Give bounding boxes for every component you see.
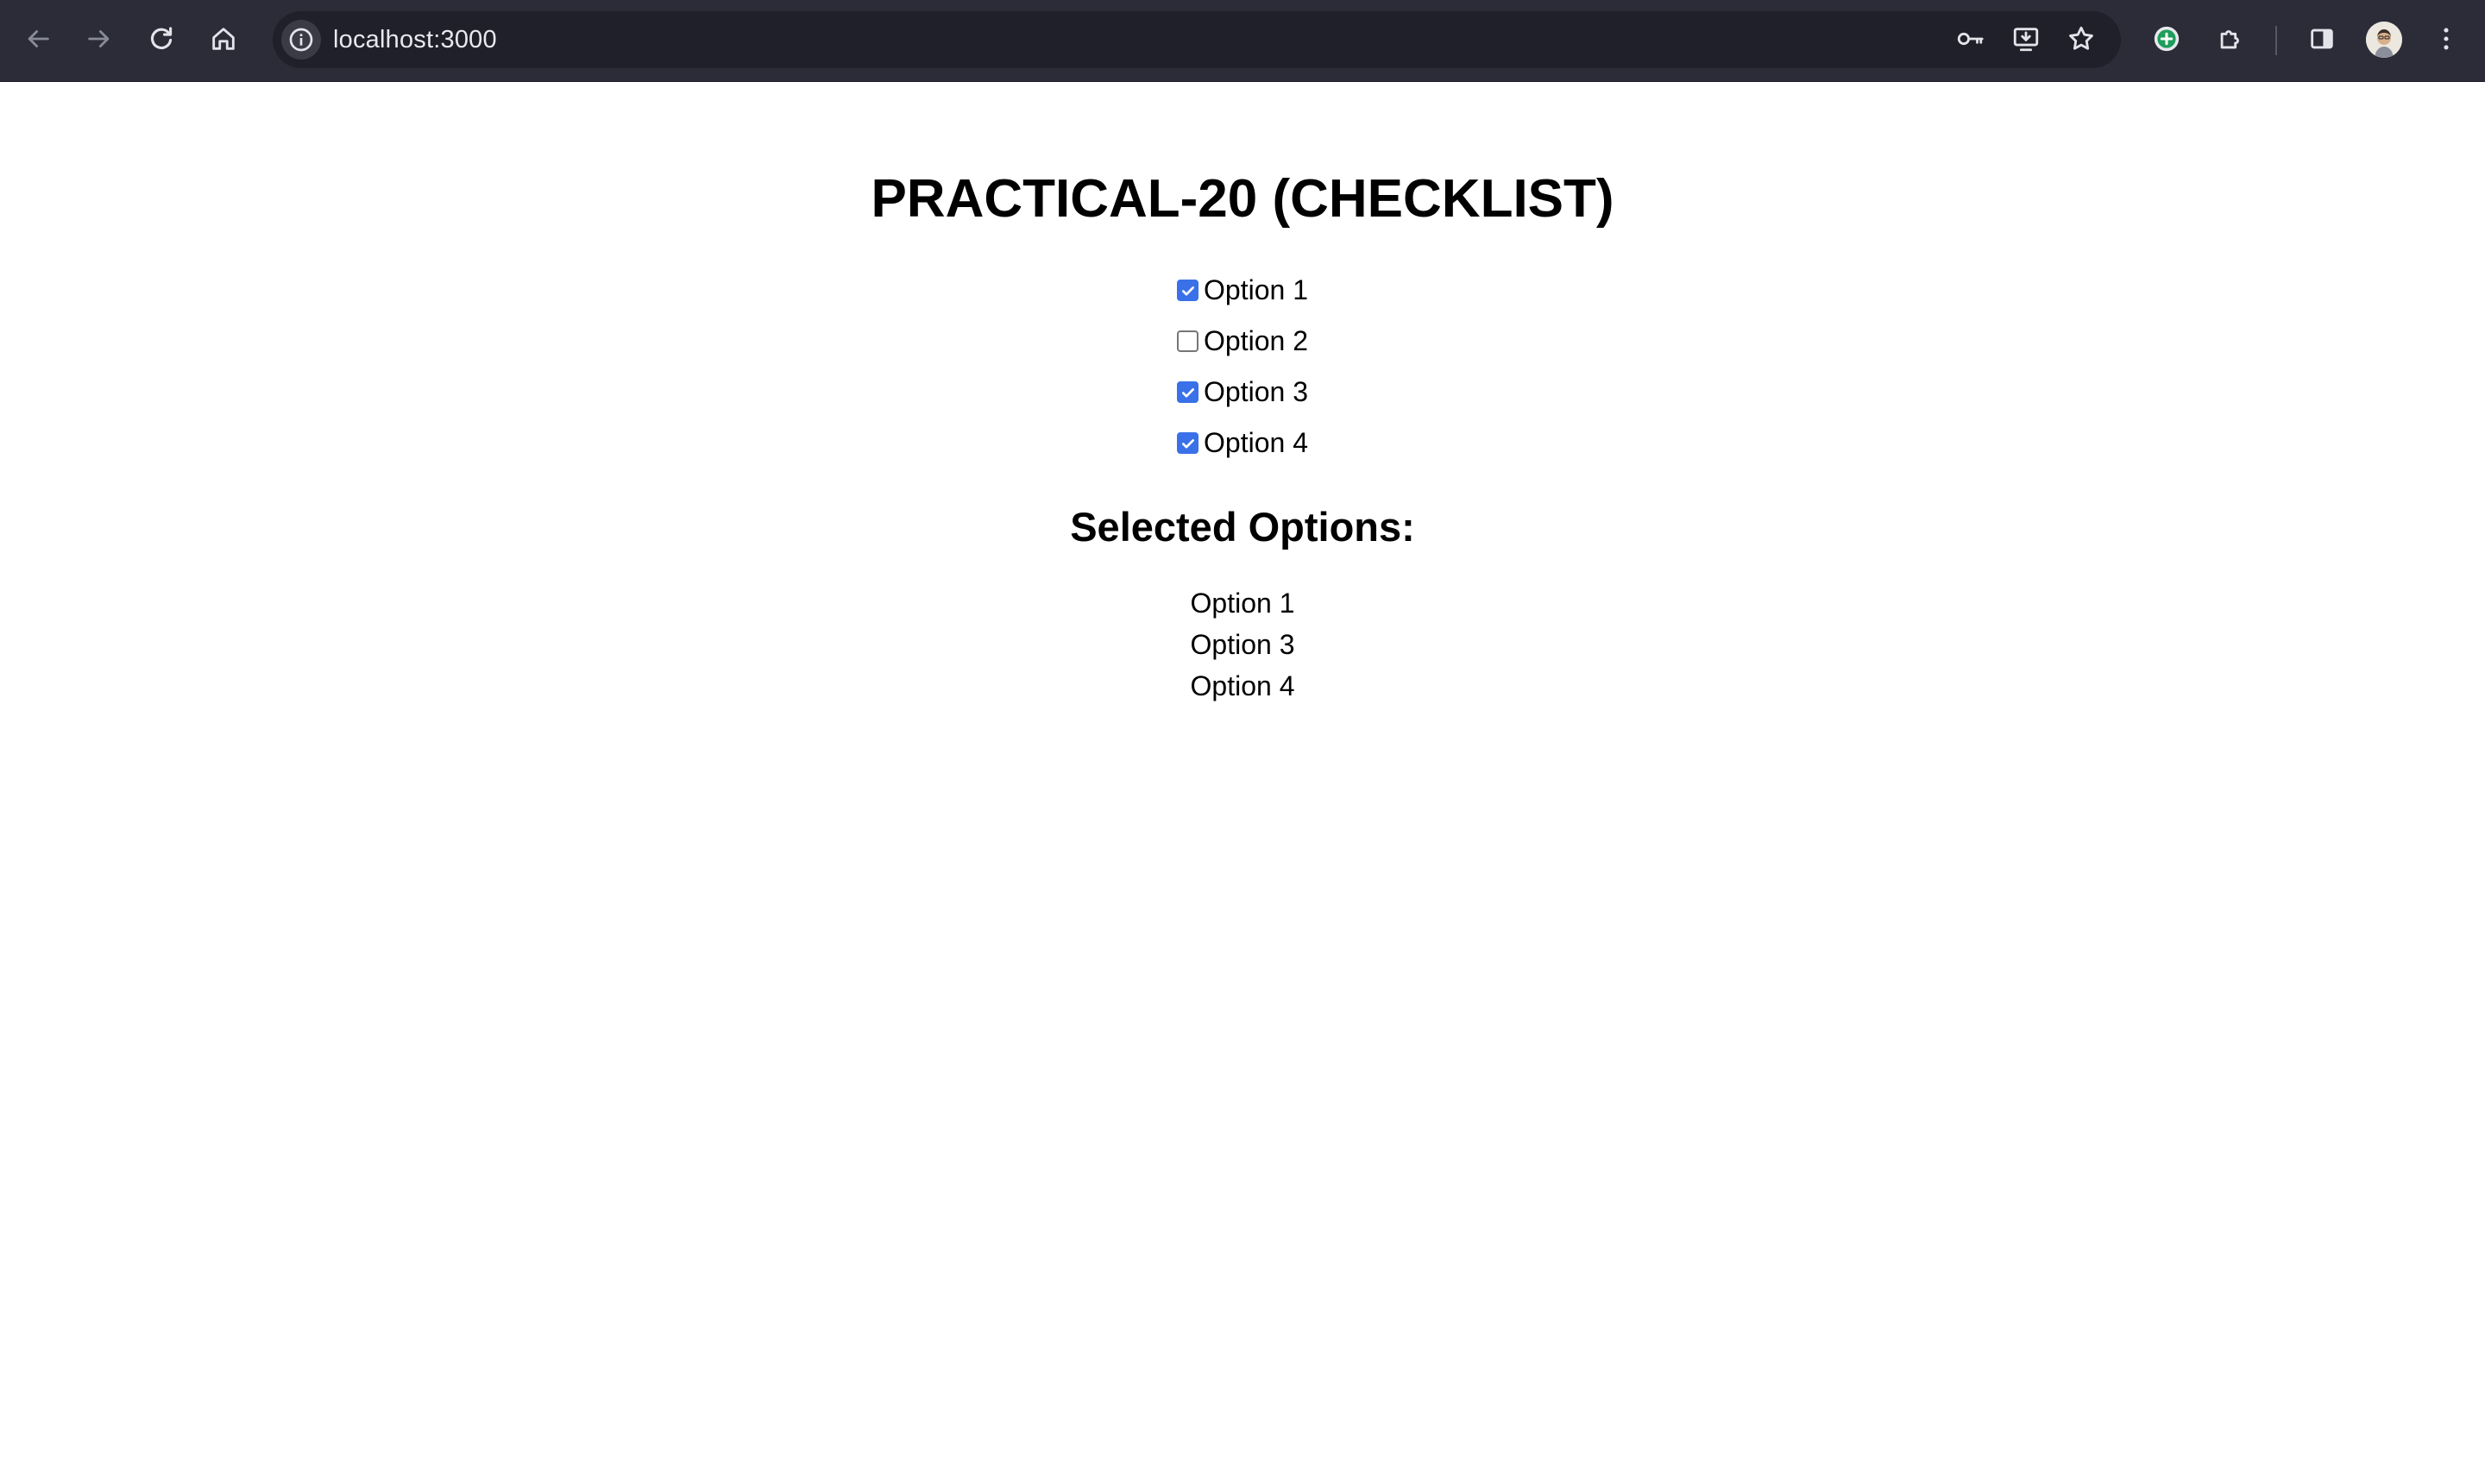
checklist-item: Option 3 <box>0 367 2485 418</box>
option-1-checkbox[interactable] <box>1177 280 1199 301</box>
side-panel-icon <box>2311 28 2333 49</box>
arrow-right-icon <box>88 30 110 47</box>
profile-avatar[interactable] <box>2366 22 2402 58</box>
option-3-text: Option 3 <box>1204 376 1308 407</box>
checklist-item: Option 1 <box>0 265 2485 316</box>
option-4-checkbox[interactable] <box>1177 432 1199 454</box>
page-content: PRACTICAL-20 (CHECKLIST) Option 1 Option… <box>0 82 2485 1484</box>
install-icon <box>2013 28 2039 52</box>
more-vert-icon <box>2444 28 2449 50</box>
option-3-checkbox[interactable] <box>1177 381 1199 403</box>
option-2-label[interactable]: Option 2 <box>1177 325 1308 357</box>
home-button[interactable] <box>199 15 248 63</box>
side-panel-button[interactable] <box>2298 15 2346 63</box>
checkmark-icon <box>1181 438 1194 449</box>
extension-button[interactable] <box>2142 15 2191 63</box>
address-bar[interactable] <box>273 11 2121 68</box>
option-4-text: Option 4 <box>1204 427 1308 458</box>
selected-option: Option 3 <box>1190 629 1295 660</box>
plus-circle-icon <box>2154 26 2180 52</box>
checklist: Option 1 Option 2 Option 3 Option 4 <box>0 265 2485 468</box>
key-icon <box>1957 32 1984 46</box>
checklist-item: Option 4 <box>0 418 2485 468</box>
avatar-icon <box>2366 22 2402 58</box>
checklist-item: Option 2 <box>0 316 2485 367</box>
option-3-label[interactable]: Option 3 <box>1177 376 1308 408</box>
checkmark-icon <box>1181 286 1194 296</box>
browser-menu-button[interactable] <box>2422 15 2470 63</box>
option-4-label[interactable]: Option 4 <box>1177 427 1308 459</box>
reload-button[interactable] <box>137 15 186 63</box>
option-2-checkbox[interactable] <box>1177 330 1199 352</box>
site-info-button[interactable] <box>281 20 321 60</box>
selected-option: Option 1 <box>1190 588 1295 619</box>
browser-toolbar: localhost:3000 <box>0 0 2485 82</box>
page-title: PRACTICAL-20 (CHECKLIST) <box>871 169 1614 229</box>
extensions-menu-button[interactable] <box>2206 15 2255 63</box>
toolbar-divider <box>2275 26 2277 55</box>
selected-option: Option 4 <box>1190 670 1295 701</box>
star-icon <box>2069 26 2093 50</box>
info-icon <box>289 28 313 52</box>
forward-button[interactable] <box>75 15 123 63</box>
option-1-text: Option 1 <box>1204 274 1308 305</box>
arrow-left-icon <box>28 30 49 47</box>
url-text[interactable]: localhost:3000 <box>333 21 497 59</box>
checkmark-icon <box>1181 387 1194 398</box>
install-app-button[interactable] <box>2002 15 2050 63</box>
home-icon <box>212 28 235 50</box>
selected-options-heading: Selected Options: <box>1070 504 1415 550</box>
password-manager-button[interactable] <box>1946 15 1994 63</box>
reload-icon <box>150 27 173 49</box>
puzzle-icon <box>2220 30 2239 49</box>
back-button[interactable] <box>14 15 62 63</box>
option-2-text: Option 2 <box>1204 325 1308 356</box>
selected-options-list: Option 1 Option 3 Option 4 <box>0 582 2485 707</box>
bookmark-button[interactable] <box>2057 15 2105 63</box>
option-1-label[interactable]: Option 1 <box>1177 274 1308 306</box>
